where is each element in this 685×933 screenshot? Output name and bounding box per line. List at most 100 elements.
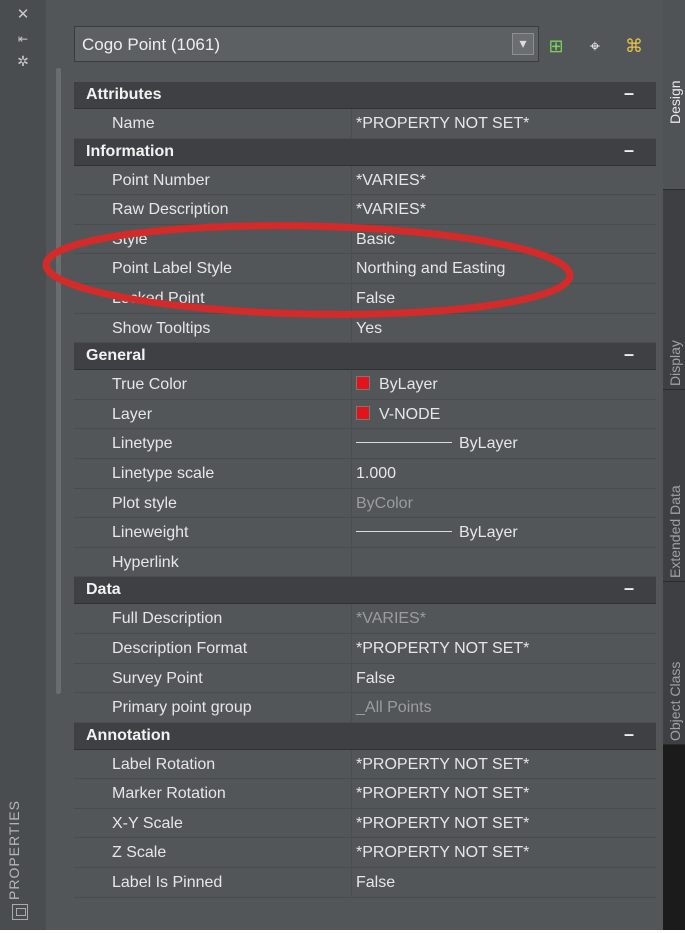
- property-name: True Color: [112, 376, 187, 394]
- property-row-primary-point-group[interactable]: Primary point group _All Points: [74, 693, 656, 723]
- property-value-text: False: [356, 669, 396, 687]
- property-value[interactable]: _All Points: [356, 693, 432, 722]
- section-data[interactable]: Data –: [74, 577, 656, 605]
- palette-tabs: Design Display Extended Data Object Class: [663, 0, 685, 930]
- property-row-locked-point[interactable]: Locked Point False: [74, 283, 656, 314]
- tab-design[interactable]: Design: [663, 0, 685, 190]
- property-value[interactable]: ByLayer: [356, 429, 518, 458]
- property-value[interactable]: Yes: [356, 314, 382, 343]
- property-row-point-label-style[interactable]: Point Label Style Northing and Easting: [74, 254, 656, 284]
- property-name: Hyperlink: [112, 553, 179, 571]
- line-sample-icon: [356, 531, 452, 533]
- property-name: Name: [112, 115, 155, 132]
- property-value[interactable]: *PROPERTY NOT SET*: [356, 750, 529, 779]
- close-icon[interactable]: ✕: [0, 6, 46, 24]
- section-title: General: [86, 347, 146, 365]
- property-value[interactable]: V-NODE: [356, 400, 440, 429]
- toggle-pickadd-icon[interactable]: ⊞: [542, 32, 570, 60]
- column-divider: [351, 370, 352, 400]
- properties-palette-screenshot: ✕ ⇤ ✲ PROPERTIES Cogo Point (1061) ▾ ⊞ ⌖…: [0, 0, 685, 933]
- property-row-plot-style[interactable]: Plot style ByColor: [74, 488, 656, 519]
- column-divider: [351, 488, 352, 518]
- property-row-description-format[interactable]: Description Format *PROPERTY NOT SET*: [74, 633, 656, 664]
- property-row-marker-rotation[interactable]: Marker Rotation *PROPERTY NOT SET*: [74, 779, 656, 809]
- panel-scrollbar[interactable]: [56, 68, 61, 694]
- column-divider: [351, 547, 352, 577]
- property-value[interactable]: False: [356, 868, 395, 897]
- property-row-true-color[interactable]: True Color ByLayer: [74, 370, 656, 400]
- property-row-label-is-pinned[interactable]: Label Is Pinned False: [74, 868, 656, 898]
- property-value[interactable]: *PROPERTY NOT SET*: [356, 634, 529, 663]
- property-value-text: Northing and Easting: [356, 260, 506, 278]
- auto-hide-icon[interactable]: ⇤: [0, 30, 46, 48]
- property-row-z-scale[interactable]: Z Scale *PROPERTY NOT SET*: [74, 838, 656, 869]
- property-value[interactable]: *PROPERTY NOT SET*: [356, 838, 529, 867]
- property-row-style[interactable]: Style Basic: [74, 224, 656, 255]
- section-general[interactable]: General –: [74, 343, 656, 371]
- dropdown-icon[interactable]: ▾: [512, 33, 534, 55]
- collapse-toggle[interactable]: –: [624, 578, 634, 599]
- object-type-dropdown[interactable]: Cogo Point (1061): [75, 27, 511, 61]
- property-value[interactable]: False: [356, 284, 395, 313]
- tab-object-class[interactable]: Object Class: [663, 582, 685, 745]
- property-value[interactable]: 1.000: [356, 459, 396, 488]
- property-name: Label Is Pinned: [112, 874, 223, 892]
- column-divider: [351, 313, 352, 343]
- settings-icon[interactable]: ✲: [0, 52, 46, 70]
- column-divider: [351, 838, 352, 868]
- property-row-point-number[interactable]: Point Number *VARIES*: [74, 165, 656, 196]
- quick-select-icon[interactable]: ⌘: [620, 32, 648, 60]
- property-value[interactable]: Basic: [356, 225, 395, 254]
- property-row-linetype[interactable]: Linetype ByLayer: [74, 429, 656, 459]
- property-row-linetype-scale[interactable]: Linetype scale 1.000: [74, 458, 656, 489]
- property-row-layer[interactable]: Layer V-NODE: [74, 399, 656, 430]
- tab-display[interactable]: Display: [663, 190, 685, 390]
- column-divider: [351, 195, 352, 225]
- property-row-show-tooltips[interactable]: Show Tooltips Yes: [74, 313, 656, 344]
- section-information[interactable]: Information –: [74, 138, 656, 166]
- tab-label: Design: [667, 80, 683, 124]
- property-value[interactable]: *PROPERTY NOT SET*: [356, 809, 529, 838]
- property-value[interactable]: Northing and Easting: [356, 254, 505, 283]
- property-row-lineweight[interactable]: Lineweight ByLayer: [74, 518, 656, 548]
- collapse-toggle[interactable]: –: [624, 724, 634, 745]
- property-value[interactable]: *VARIES*: [356, 195, 426, 224]
- property-row-x-y-scale[interactable]: X-Y Scale *PROPERTY NOT SET*: [74, 808, 656, 839]
- property-name: Linetype scale: [112, 464, 215, 482]
- property-value-text: V-NODE: [379, 405, 441, 423]
- property-value[interactable]: *PROPERTY NOT SET*: [356, 779, 529, 808]
- property-value[interactable]: False: [356, 664, 395, 693]
- property-row-full-description[interactable]: Full Description *VARIES*: [74, 604, 656, 634]
- tab-extended-data[interactable]: Extended Data: [663, 390, 685, 582]
- property-value-text: *PROPERTY NOT SET*: [356, 814, 530, 832]
- section-annotation[interactable]: Annotation –: [74, 722, 656, 750]
- select-objects-icon[interactable]: ⌖: [581, 32, 609, 60]
- property-value[interactable]: ByColor: [356, 489, 413, 518]
- property-row-survey-point[interactable]: Survey Point False: [74, 663, 656, 694]
- palette-menu-icon[interactable]: [12, 904, 28, 920]
- column-divider: [351, 518, 352, 548]
- property-value-text: Basic: [356, 230, 396, 248]
- property-row-raw-description[interactable]: Raw Description *VARIES*: [74, 195, 656, 225]
- section-attributes[interactable]: Attributes –: [74, 82, 656, 109]
- property-row-label-rotation[interactable]: Label Rotation *PROPERTY NOT SET*: [74, 749, 656, 780]
- property-value[interactable]: ByLayer: [356, 518, 518, 547]
- column-divider: [351, 749, 352, 779]
- tab-label: Extended Data: [667, 485, 683, 578]
- property-value[interactable]: ByLayer: [356, 370, 438, 399]
- tab-label: Object Class: [667, 661, 683, 741]
- collapse-toggle[interactable]: –: [624, 140, 634, 161]
- property-value[interactable]: *PROPERTY NOT SET*: [356, 109, 529, 138]
- collapse-toggle[interactable]: –: [624, 83, 634, 104]
- property-name: Primary point group: [112, 699, 252, 717]
- collapse-toggle[interactable]: –: [624, 344, 634, 365]
- property-value[interactable]: *VARIES*: [356, 166, 426, 195]
- property-value-text: *PROPERTY NOT SET*: [356, 755, 530, 773]
- column-divider: [351, 633, 352, 663]
- palette-title: PROPERTIES: [6, 800, 22, 900]
- property-value[interactable]: *VARIES*: [356, 604, 426, 633]
- property-row-hyperlink[interactable]: Hyperlink: [74, 547, 656, 578]
- property-value-text: Yes: [356, 319, 383, 337]
- property-value-text: *PROPERTY NOT SET*: [356, 115, 530, 132]
- property-row-name[interactable]: Name *PROPERTY NOT SET*: [74, 109, 656, 139]
